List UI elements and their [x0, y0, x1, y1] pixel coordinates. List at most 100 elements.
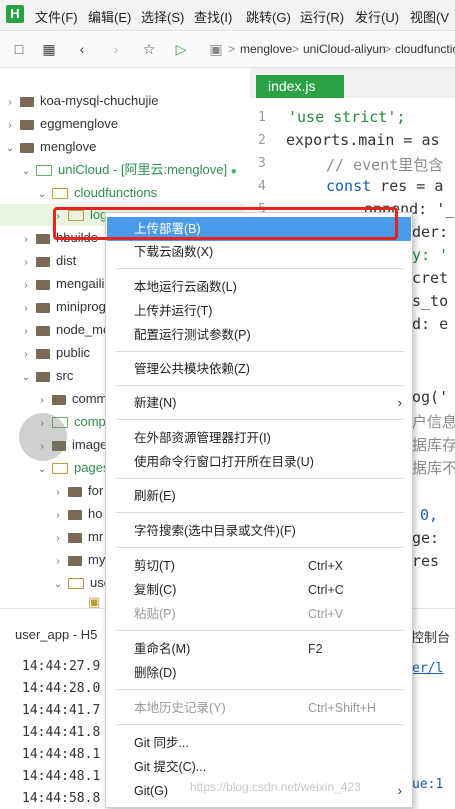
tree-item[interactable]: ⌄ src	[20, 365, 74, 387]
breadcrumb-item[interactable]: uniCloud-aliyun	[303, 42, 386, 56]
breadcrumb-item[interactable]: cloudfunctio	[395, 42, 455, 56]
log-timestamp: 14:44:58.8	[22, 791, 101, 806]
line-number: 3	[258, 156, 266, 171]
code-fragment: der:	[412, 223, 449, 241]
code-fragment: 据库不	[412, 459, 455, 477]
menu-item-rename[interactable]: 重命名(M) F2	[106, 637, 412, 661]
menu-item-upload-run[interactable]: 上传并运行(T)	[106, 299, 412, 323]
menu-item-config-test[interactable]: 配置运行测试参数(P)	[106, 323, 412, 347]
menu-separator	[116, 547, 404, 548]
code-line: 'use strict';	[288, 108, 406, 126]
menu-item-download-function[interactable]: 下载云函数(X)	[106, 240, 412, 264]
menu-separator	[116, 689, 404, 690]
menu-item-cut[interactable]: 剪切(T) Ctrl+X	[106, 554, 412, 578]
annotation-highlight-box	[53, 207, 398, 240]
forward-icon[interactable]: ›	[107, 40, 125, 58]
back-icon[interactable]: ‹	[73, 40, 91, 58]
menu-file[interactable]: 文件(F)	[35, 7, 78, 26]
menu-item-manage-deps[interactable]: 管理公共模块依赖(Z)	[106, 357, 412, 381]
tree-item[interactable]: › dist	[20, 250, 76, 272]
menu-item-open-explorer[interactable]: 在外部资源管理器打开(I)	[106, 426, 412, 450]
menu-item-search[interactable]: 字符搜索(选中目录或文件)(F)	[106, 519, 412, 543]
tree-item[interactable]: › ho	[52, 503, 102, 525]
menu-find[interactable]: 查找(I)	[194, 7, 232, 26]
menu-item-copy[interactable]: 复制(C) Ctrl+C	[106, 578, 412, 602]
menu-publish[interactable]: 发行(U)	[355, 7, 399, 26]
app-logo: H	[6, 5, 24, 23]
save-icon[interactable]: ▦	[40, 40, 58, 58]
menu-separator	[116, 478, 404, 479]
code-fragment: res	[412, 552, 440, 570]
console-tab[interactable]: 控制台	[411, 627, 450, 646]
project-icon: ▣	[209, 41, 223, 57]
menu-separator	[116, 419, 404, 420]
menu-run[interactable]: 运行(R)	[300, 7, 344, 26]
menu-item-paste[interactable]: 粘贴(P) Ctrl+V	[106, 602, 412, 626]
code-fragment: og('	[412, 388, 449, 406]
tree-item[interactable]: › comm	[36, 388, 107, 410]
chevron-right-icon: ›	[397, 395, 402, 410]
menu-separator	[116, 385, 404, 386]
menu-item-git-commit[interactable]: Git 提交(C)...	[106, 755, 412, 779]
tab-index-js[interactable]: index.js	[256, 75, 344, 98]
console-title: user_app - H5	[15, 627, 98, 642]
chevron-right-icon: ›	[397, 783, 402, 798]
tree-item[interactable]: ⌄ menglove	[4, 136, 97, 158]
menu-view[interactable]: 视图(V	[410, 7, 449, 26]
menu-goto[interactable]: 跳转(G)	[246, 7, 291, 26]
line-number: 1	[258, 110, 266, 125]
log-timestamp: 14:44:28.0	[22, 681, 101, 696]
tree-item[interactable]: › my	[52, 549, 105, 571]
log-link[interactable]: er/l	[412, 661, 443, 676]
tree-item[interactable]: › miniprog	[20, 296, 106, 318]
line-number: 4	[258, 179, 266, 194]
tree-item[interactable]: › for	[52, 480, 103, 502]
log-timestamp: 14:44:27.9	[22, 659, 101, 674]
code-line: exports.main = as	[286, 131, 440, 149]
menu-separator	[116, 351, 404, 352]
touch-indicator	[19, 413, 67, 461]
toolbar: □ ▦ ‹ › ☆ ▷ ▣ > menglove > uniCloud-aliy…	[0, 31, 455, 68]
code-fragment: s_to	[412, 292, 449, 310]
code-fragment: ge:	[412, 529, 440, 547]
log-timestamp: 14:44:48.1	[22, 769, 101, 784]
new-file-icon[interactable]: □	[10, 40, 28, 58]
tree-item[interactable]: ⌄ use	[52, 572, 111, 594]
menu-bar: H 文件(F) 编辑(E) 选择(S) 查找(I) 跳转(G) 运行(R) 发行…	[0, 0, 455, 31]
tree-item[interactable]: ⌄ uniCloud - [阿里云:menglove] ●	[20, 159, 237, 181]
log-timestamp: 14:44:41.7	[22, 703, 101, 718]
menu-item-delete[interactable]: 删除(D)	[106, 661, 412, 685]
menu-separator	[116, 512, 404, 513]
menu-select[interactable]: 选择(S)	[141, 7, 184, 26]
watermark: https://blog.csdn.net/weixin_423	[190, 780, 361, 794]
menu-item-local-history[interactable]: 本地历史记录(Y) Ctrl+Shift+H	[106, 696, 412, 720]
breadcrumb-item[interactable]: menglove	[240, 42, 292, 56]
code-fragment: 户信息	[412, 413, 455, 431]
tree-item[interactable]: › public	[20, 342, 90, 364]
menu-item-new[interactable]: 新建(N) ›	[106, 391, 412, 415]
menu-separator	[116, 724, 404, 725]
code-line: const res = a	[326, 177, 444, 195]
menu-item-git-sync[interactable]: Git 同步...	[106, 731, 412, 755]
tab-bar: index.js	[250, 68, 455, 98]
run-icon[interactable]: ▷	[172, 40, 190, 58]
tree-item[interactable]: › mr	[52, 526, 103, 548]
menu-edit[interactable]: 编辑(E)	[88, 7, 131, 26]
code-fragment: 0,	[420, 506, 439, 524]
tree-item[interactable]: › eggmenglove	[4, 113, 118, 135]
log-timestamp: 14:44:41.8	[22, 725, 101, 740]
line-number: 2	[258, 133, 266, 148]
menu-item-refresh[interactable]: 刷新(E)	[106, 484, 412, 508]
star-icon[interactable]: ☆	[140, 40, 158, 58]
menu-item-run-local[interactable]: 本地运行云函数(L)	[106, 275, 412, 299]
menu-separator	[116, 630, 404, 631]
tree-item[interactable]: › koa-mysql-chuchujie	[4, 90, 158, 112]
tree-item[interactable]: › node_mo	[20, 319, 110, 341]
code-fragment: y: '	[412, 246, 449, 264]
tree-item[interactable]: › mengaili	[20, 273, 104, 295]
tree-item[interactable]: ⌄ cloudfunctions	[36, 182, 157, 204]
context-menu: 上传部署(B) 下载云函数(X) 本地运行云函数(L) 上传并运行(T) 配置运…	[105, 212, 413, 808]
menu-item-open-terminal[interactable]: 使用命令行窗口打开所在目录(U)	[106, 450, 412, 474]
code-fragment: cret	[412, 269, 449, 287]
code-line: // event里包含	[326, 156, 444, 174]
